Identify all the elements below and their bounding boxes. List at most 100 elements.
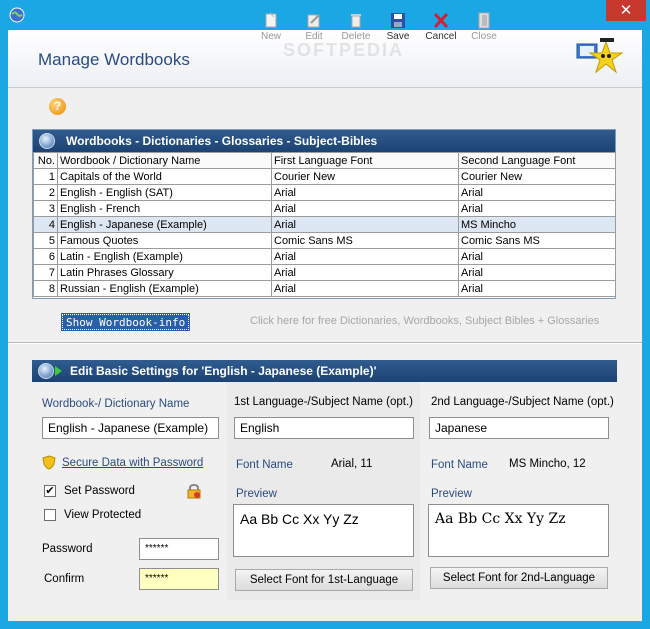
cell-no: 7 <box>33 264 58 281</box>
wordbooks-panel: Wordbooks - Dictionaries - Glossaries - … <box>32 129 616 299</box>
table-row[interactable]: 1 Capitals of the World Courier New Courier… <box>33 168 616 185</box>
password-label: Password <box>42 543 93 555</box>
help-icon[interactable]: ? <box>49 98 66 115</box>
cell-no: 8 <box>33 280 58 297</box>
second-font-name-label: Font Name <box>431 459 488 471</box>
second-language-column: 2nd Language-/Subject Name (opt.) Japane… <box>422 382 617 600</box>
second-language-field[interactable]: Japanese <box>429 417 609 439</box>
globe-icon <box>39 133 55 149</box>
column-header-first-font[interactable]: First Language Font <box>271 152 459 169</box>
free-dictionaries-link[interactable]: Click here for free Dictionaries, Wordbo… <box>250 315 599 327</box>
column-header-second-font[interactable]: Second Language Font <box>458 152 616 169</box>
set-password-label: Set Password <box>64 485 135 497</box>
new-button[interactable]: New <box>251 12 291 42</box>
window-frame-left <box>0 30 8 629</box>
confirm-field[interactable]: ****** <box>139 568 219 590</box>
table-row[interactable]: 8 Russian - English (Example) Arial Arial <box>33 280 616 297</box>
set-password-checkbox[interactable]: ✔ <box>44 485 56 497</box>
first-preview-label: Preview <box>236 488 277 500</box>
wordbooks-panel-title: Wordbooks - Dictionaries - Glossaries - … <box>66 134 378 148</box>
table-row[interactable]: 6 Latin - English (Example) Arial Arial <box>33 248 616 265</box>
mascot-icon <box>576 38 624 74</box>
delete-icon <box>351 14 361 28</box>
cell-name: English - French <box>57 200 272 217</box>
first-language-label: 1st Language-/Subject Name (opt.) <box>234 396 413 408</box>
watermark: SOFTPEDIA <box>283 40 405 60</box>
cell-second-font: MS Mincho <box>458 216 616 233</box>
table-row[interactable]: 2 English - English (SAT) Arial Arial <box>33 184 616 201</box>
section-divider <box>8 342 642 344</box>
cell-second-font: Courier New <box>458 168 616 185</box>
wordbook-name-field[interactable]: English - Japanese (Example) <box>42 417 219 439</box>
cancel-button[interactable]: Cancel <box>421 12 461 42</box>
cell-first-font: Comic Sans MS <box>271 232 459 249</box>
settings-panel-title: Edit Basic Settings for 'English - Japan… <box>70 364 377 378</box>
cell-name: Famous Quotes <box>57 232 272 249</box>
cell-first-font: Arial <box>271 216 459 233</box>
column-header-no[interactable]: No. <box>33 152 58 169</box>
cell-second-font: Arial <box>458 264 616 281</box>
arrow-right-icon <box>55 366 62 376</box>
cell-first-font: Arial <box>271 264 459 281</box>
view-protected-checkbox[interactable] <box>44 509 56 521</box>
table-header-row: No. Wordbook / Dictionary Name First Lan… <box>33 152 616 169</box>
first-font-preview: Aa Bb Cc Xx Yy Zz <box>233 504 414 557</box>
show-wordbook-info-button[interactable]: Show Wordbook-info <box>60 313 191 331</box>
edit-label: Edit <box>305 31 323 42</box>
cell-no: 6 <box>33 248 58 265</box>
first-font-name-value: Arial, 11 <box>331 458 373 470</box>
edit-button[interactable]: Edit <box>294 12 334 42</box>
select-second-font-button[interactable]: Select Font for 2nd-Language <box>430 567 608 589</box>
wordbooks-table: No. Wordbook / Dictionary Name First Lan… <box>33 152 616 297</box>
cell-first-font: Arial <box>271 184 459 201</box>
cell-no: 5 <box>33 232 58 249</box>
settings-general-column: Wordbook-/ Dictionary Name English - Jap… <box>32 382 225 600</box>
first-language-column: 1st Language-/Subject Name (opt.) Englis… <box>227 382 420 600</box>
cell-no: 1 <box>33 168 58 185</box>
cell-name: English - Japanese (Example) <box>57 216 272 233</box>
save-label: Save <box>386 31 410 42</box>
table-row[interactable]: 3 English - French Arial Arial <box>33 200 616 217</box>
settings-panel-header: Edit Basic Settings for 'English - Japan… <box>32 360 617 382</box>
confirm-label: Confirm <box>44 573 85 585</box>
new-icon <box>265 12 277 28</box>
globe-icon <box>38 363 54 379</box>
shield-icon <box>42 455 56 470</box>
first-font-name-label: Font Name <box>236 459 293 471</box>
cell-first-font: Arial <box>271 280 459 297</box>
cell-name: Latin - English (Example) <box>57 248 272 265</box>
cancel-label: Cancel <box>425 31 457 42</box>
secure-data-link[interactable]: Secure Data with Password <box>62 457 203 469</box>
delete-label: Delete <box>341 31 371 42</box>
new-label: New <box>260 31 281 42</box>
password-field[interactable]: ****** <box>139 538 219 560</box>
edit-icon <box>307 14 320 28</box>
delete-button[interactable]: Delete <box>336 12 376 42</box>
page-title: Manage Wordbooks <box>38 50 190 69</box>
cell-name: English - English (SAT) <box>57 184 272 201</box>
cell-second-font: Comic Sans MS <box>458 232 616 249</box>
cell-name: Capitals of the World <box>57 168 272 185</box>
select-first-font-button[interactable]: Select Font for 1st-Language <box>235 569 413 591</box>
close-button[interactable]: Close <box>464 12 504 42</box>
window-close-button[interactable]: ✕ <box>606 0 646 21</box>
first-language-field[interactable]: English <box>234 417 414 439</box>
cell-second-font: Arial <box>458 184 616 201</box>
lock-icon[interactable] <box>186 483 202 499</box>
cell-second-font: Arial <box>458 280 616 297</box>
cell-no: 3 <box>33 200 58 217</box>
table-row[interactable]: 5 Famous Quotes Comic Sans MS Comic Sans MS <box>33 232 616 249</box>
table-row[interactable]: 4 English - Japanese (Example) Arial MS Min… <box>33 216 616 233</box>
second-preview-label: Preview <box>431 488 472 500</box>
save-button[interactable]: Save <box>378 12 418 42</box>
cell-second-font: Arial <box>458 200 616 217</box>
app-globe-icon[interactable] <box>9 7 25 23</box>
cancel-icon <box>433 12 449 29</box>
table-row[interactable]: 7 Latin Phrases Glossary Arial Arial <box>33 264 616 281</box>
cell-no: 4 <box>33 216 58 233</box>
wordbook-name-label: Wordbook-/ Dictionary Name <box>42 398 190 410</box>
column-header-name[interactable]: Wordbook / Dictionary Name <box>57 152 272 169</box>
cell-first-font: Courier New <box>271 168 459 185</box>
cell-first-font: Arial <box>271 248 459 265</box>
view-protected-label: View Protected <box>64 509 142 521</box>
